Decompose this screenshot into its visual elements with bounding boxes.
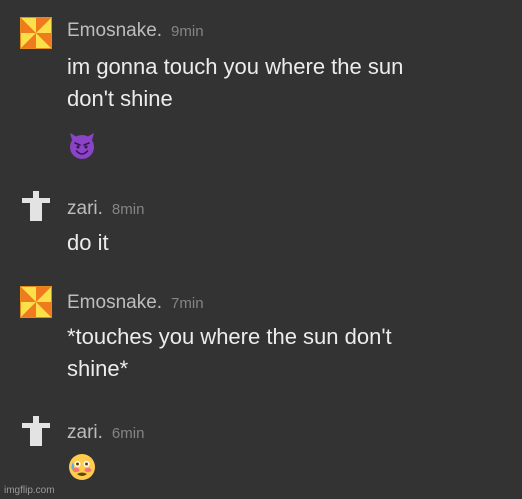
message-text-line: im gonna touch you where the sun xyxy=(67,54,404,79)
message-header: zari. 8min xyxy=(67,198,144,220)
username[interactable]: zari. xyxy=(67,198,103,219)
watermark: imgflip.com xyxy=(4,485,55,496)
timestamp: 9min xyxy=(171,23,204,40)
username[interactable]: Emosnake. xyxy=(67,292,162,313)
username[interactable]: zari. xyxy=(67,422,103,443)
pinwheel-icon xyxy=(20,286,52,318)
smiling-devil-emoji xyxy=(67,131,97,161)
avatar-zari[interactable] xyxy=(20,189,52,221)
timestamp: 8min xyxy=(111,201,145,218)
message-header: zari. 6min xyxy=(67,422,144,444)
message-text-line: *touches you where the sun don't xyxy=(67,324,392,349)
pinwheel-icon xyxy=(20,17,52,49)
timestamp: 7min xyxy=(171,295,204,312)
message-item[interactable]: Emosnake. 7min *touches you where the sun… xyxy=(0,270,522,400)
message-text-line: do it xyxy=(67,230,109,255)
timestamp: 6min xyxy=(111,425,145,442)
cross-icon xyxy=(22,416,50,446)
message-item[interactable]: zari. 6min xyxy=(0,400,522,499)
message-text-line: shine* xyxy=(67,356,129,381)
avatar-emosnake[interactable] xyxy=(20,286,52,318)
message-header: Emosnake. 9min xyxy=(67,20,204,42)
message-text-line: don't shine xyxy=(67,86,173,111)
avatar-emosnake[interactable] xyxy=(20,17,52,49)
avatar-zari[interactable] xyxy=(20,414,52,446)
cross-icon xyxy=(22,191,50,221)
flushed-tear-face-emoji xyxy=(67,452,97,482)
username[interactable]: Emosnake. xyxy=(67,20,162,41)
message-item[interactable]: zari. 8min do it xyxy=(0,170,522,270)
message-item[interactable]: Emosnake. 9min im gonna touch you where t… xyxy=(0,0,522,170)
message-header: Emosnake. 7min xyxy=(67,292,204,314)
